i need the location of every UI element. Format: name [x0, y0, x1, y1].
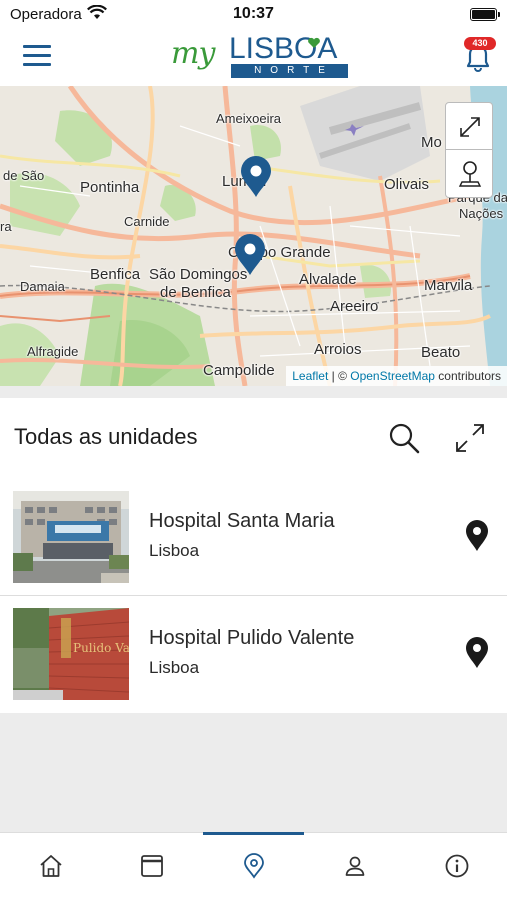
search-icon	[389, 423, 420, 454]
map[interactable]: Ameixoeira Pontinha Carnide Lumiar Campo…	[0, 86, 507, 386]
map-label: de São	[3, 168, 45, 183]
location-icon	[244, 853, 264, 879]
unit-row-hospital-pulido-valente[interactable]: Pulido Valente Hospital Pulido Valente L…	[0, 597, 507, 713]
map-label: Alvalade	[299, 271, 357, 288]
map-marker-hospital-santa-maria[interactable]	[239, 156, 273, 198]
map-label: Mo	[421, 134, 442, 151]
unit-city: Lisboa	[149, 658, 200, 677]
search-button[interactable]	[388, 422, 420, 454]
map-label: Arroios	[314, 341, 362, 358]
heart-icon	[308, 37, 320, 48]
map-label: Ameixoeira	[216, 111, 282, 126]
map-label: Campolide	[203, 362, 275, 379]
unit-city: Lisboa	[149, 541, 200, 560]
location-pin-icon[interactable]	[464, 520, 490, 552]
fullscreen-icon	[460, 117, 480, 137]
info-icon	[445, 854, 469, 878]
leaflet-link[interactable]: Leaflet	[292, 369, 328, 383]
location-pin-icon	[458, 161, 482, 187]
clock: 10:37	[233, 5, 274, 22]
unit-name: Hospital Santa Maria	[149, 510, 335, 532]
attribution-suffix: contributors	[434, 369, 501, 383]
status-bar: Operadora 10:37	[0, 0, 507, 30]
tab-bar	[0, 832, 507, 900]
map-marker-hospital-pulido-valente[interactable]	[233, 234, 267, 276]
profile-icon	[345, 856, 365, 876]
tab-locations[interactable]	[203, 833, 304, 900]
map-label: Areeiro	[330, 298, 379, 315]
map-label: Pontinha	[80, 179, 140, 196]
app-header: my LISBOA NORTE 430	[0, 30, 507, 86]
expand-list-button[interactable]	[454, 422, 486, 454]
hospital-santa-maria-photo	[13, 491, 129, 583]
map-label: Marvila	[424, 277, 473, 294]
list-title: Todas as unidades	[14, 424, 198, 449]
units-list-section: Todas as unidades Hospital Santa Maria L…	[0, 398, 507, 713]
tab-profile[interactable]	[304, 833, 405, 900]
map-label: Beato	[421, 344, 461, 361]
map-label: Damaia	[20, 279, 65, 294]
unit-row-hospital-santa-maria[interactable]: Hospital Santa Maria Lisboa	[0, 480, 507, 596]
tab-calendar[interactable]	[101, 833, 202, 900]
map-label: Olivais	[384, 176, 430, 193]
mylisboa-norte-logo: my LISBOA NORTE	[171, 32, 351, 82]
map-fullscreen-button[interactable]	[445, 102, 493, 150]
notification-badge: 430	[464, 37, 496, 50]
tab-info[interactable]	[406, 833, 507, 900]
unit-name: Hospital Pulido Valente	[149, 627, 355, 649]
location-pin-icon[interactable]	[464, 637, 490, 669]
svg-text:Pulido Valente: Pulido Valente	[73, 641, 129, 655]
logo-norte: NORTE	[231, 64, 348, 78]
map-label: Alfragide	[27, 344, 79, 359]
map-attribution: Leaflet | © OpenStreetMap contributors	[286, 366, 507, 386]
map-locate-button[interactable]	[445, 150, 493, 198]
map-label: Carnide	[124, 214, 170, 229]
row-divider	[0, 595, 507, 596]
map-label: Benfica	[90, 266, 141, 283]
tab-home[interactable]	[0, 833, 101, 900]
menu-button[interactable]	[23, 43, 51, 69]
hospital-pulido-valente-photo: Pulido Valente	[13, 608, 129, 700]
map-label: ra	[0, 219, 12, 234]
attribution-separator: | ©	[328, 369, 351, 383]
logo-my: my	[171, 36, 215, 71]
home-icon	[40, 855, 62, 877]
expand-icon	[456, 424, 484, 452]
battery-icon	[470, 8, 500, 21]
openstreetmap-link[interactable]: OpenStreetMap	[350, 369, 435, 383]
map-label: de Benfica	[160, 284, 231, 301]
map-label: Nações	[459, 206, 504, 221]
logo-lisboa: LISBOA	[229, 32, 338, 65]
calendar-icon	[141, 855, 163, 877]
